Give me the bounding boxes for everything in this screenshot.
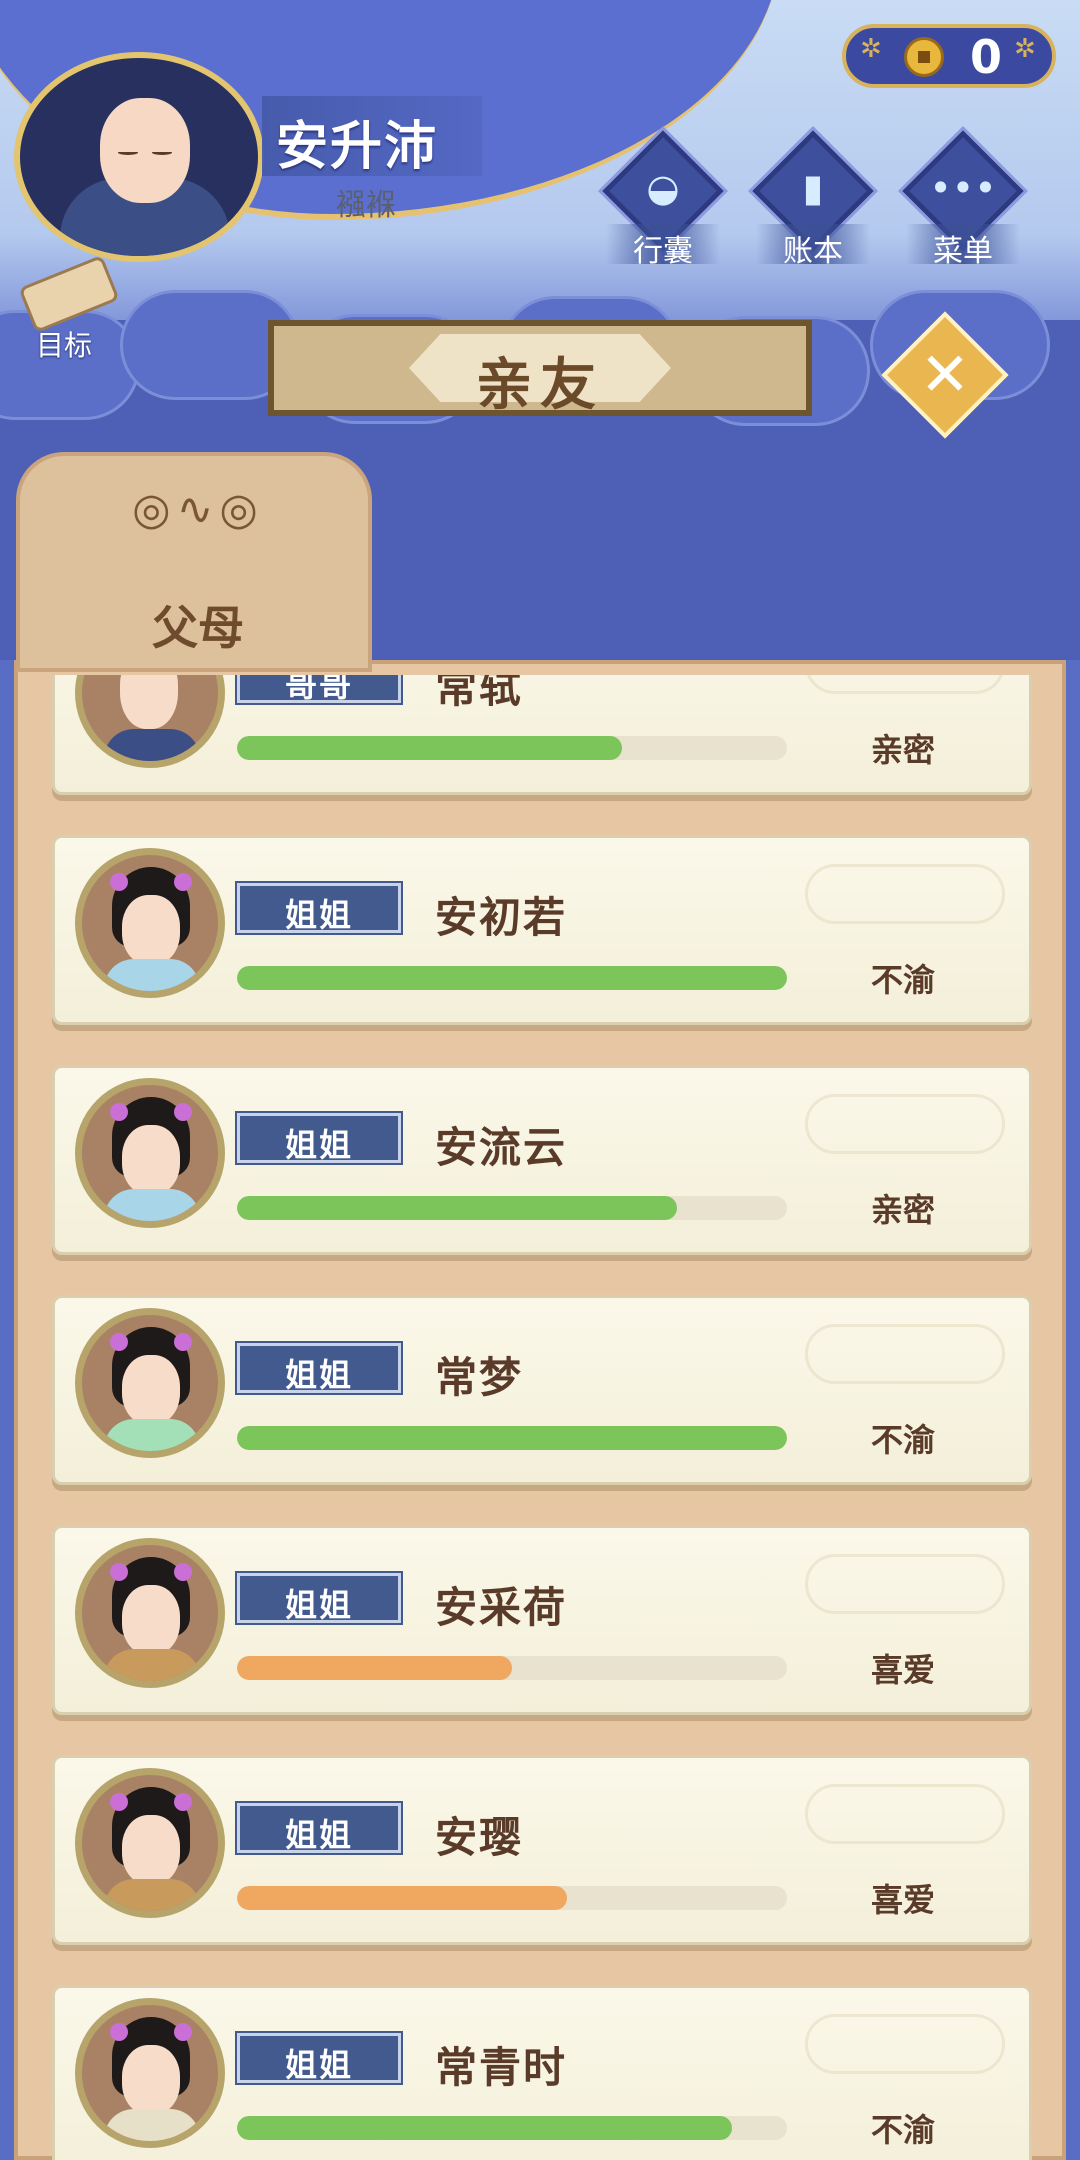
menu-button[interactable]: ••• 菜单 — [897, 125, 1029, 269]
member-avatar — [75, 1768, 225, 1918]
affection-status: 亲密 — [871, 731, 936, 769]
bag-icon: ◒ — [646, 166, 680, 210]
avatar-ring — [14, 52, 264, 262]
coin-icon — [904, 37, 944, 77]
relation-badge: 姐姐 — [235, 1571, 403, 1625]
member-card[interactable]: 姐姐 安璎喜爱 — [52, 1755, 1032, 1945]
member-card[interactable]: 姐姐 安采荷喜爱 — [52, 1525, 1032, 1715]
avatar-face — [100, 98, 190, 203]
player-name: 安升沛 — [276, 117, 439, 177]
affection-bar-fill — [237, 1886, 567, 1910]
tab-parents[interactable]: ◎∿◎ 父母 — [16, 452, 372, 672]
member-name: 常青时 — [435, 2043, 568, 2092]
cloud-pattern — [805, 864, 1005, 924]
member-name: 安流云 — [435, 1123, 568, 1172]
affection-status: 亲密 — [871, 1191, 936, 1229]
relation-badge: 哥哥 — [235, 675, 403, 705]
affection-bar-fill — [237, 1196, 677, 1220]
relation-label: 姐姐 — [284, 1586, 353, 1624]
bag-button[interactable]: ◒ 行囊 — [597, 125, 729, 269]
cloud-pattern — [805, 2014, 1005, 2074]
affection-bar — [237, 1196, 787, 1220]
relation-label: 姐姐 — [284, 896, 353, 934]
affection-status: 不渝 — [871, 1421, 936, 1459]
affection-bar — [237, 1656, 787, 1680]
affection-bar-fill — [237, 1426, 787, 1450]
affection-bar — [237, 1426, 787, 1450]
affection-status: 喜爱 — [871, 1881, 936, 1919]
member-card[interactable]: 姐姐 安流云亲密 — [52, 1065, 1032, 1255]
relation-badge: 姐姐 — [235, 1111, 403, 1165]
menu-label: 菜单 — [933, 234, 993, 269]
affection-bar — [237, 966, 787, 990]
cloud-ornament-icon: ◎∿◎ — [132, 484, 264, 535]
relation-label: 姐姐 — [284, 2046, 353, 2084]
player-avatar[interactable] — [14, 52, 264, 262]
cloud-pattern — [805, 1324, 1005, 1384]
relation-badge: 姐姐 — [235, 2031, 403, 2085]
bamboo-icon: ✲ — [1014, 34, 1036, 64]
member-avatar — [75, 1308, 225, 1458]
member-name: 常梦 — [435, 1353, 524, 1402]
title-banner: 亲友 — [268, 320, 812, 418]
member-avatar — [75, 848, 225, 998]
relation-badge: 姐姐 — [235, 881, 403, 935]
member-name: 常轼 — [435, 675, 524, 712]
relation-badge: 姐姐 — [235, 1341, 403, 1395]
relation-badge: 姐姐 — [235, 1801, 403, 1855]
goal-button[interactable]: 目标 — [14, 254, 124, 362]
cloud-pattern — [805, 1784, 1005, 1844]
cloud-pattern — [805, 1554, 1005, 1614]
member-card[interactable]: 哥哥 常轼亲密 — [52, 675, 1032, 795]
affection-bar-fill — [237, 736, 622, 760]
tab-label: 父母 — [152, 601, 244, 655]
relation-label: 哥哥 — [284, 675, 353, 704]
affection-bar — [237, 2116, 787, 2140]
ledger-button[interactable]: ▮ 账本 — [747, 125, 879, 269]
relation-label: 姐姐 — [284, 1126, 353, 1164]
member-avatar — [75, 1078, 225, 1228]
member-name: 安璎 — [435, 1813, 524, 1862]
player-title: 襁褓 — [336, 188, 396, 223]
relation-label: 姐姐 — [284, 1356, 353, 1394]
member-avatar — [75, 1538, 225, 1688]
affection-bar-fill — [237, 966, 787, 990]
cloud-pattern — [805, 1094, 1005, 1154]
goal-label: 目标 — [36, 329, 93, 362]
affection-status: 不渝 — [871, 961, 936, 999]
member-list[interactable]: 哥哥 常轼 亲密 姐姐 安初若 不渝 姐姐 安流云 亲密 姐姐 常梦 不渝 姐姐 安采荷 喜爱 姐姐 安璎 喜爱姐… — [22, 675, 1058, 2160]
affection-status: 喜爱 — [871, 1651, 936, 1689]
member-card[interactable]: 姐姐 安初若不渝 — [52, 835, 1032, 1025]
member-avatar — [75, 1998, 225, 2148]
member-avatar — [75, 675, 225, 768]
member-name: 安初若 — [435, 893, 568, 942]
close-icon[interactable]: ✕ — [900, 330, 990, 420]
affection-bar-fill — [237, 1656, 512, 1680]
ledger-icon: ▮ — [802, 166, 824, 210]
member-card[interactable]: 姐姐 常梦不渝 — [52, 1295, 1032, 1485]
affection-bar — [237, 736, 787, 760]
page-title: 亲友 — [476, 353, 604, 418]
coin-count: 0 — [970, 30, 1003, 84]
bag-label: 行囊 — [633, 234, 693, 269]
affection-bar-fill — [237, 2116, 732, 2140]
more-icon: ••• — [929, 166, 997, 210]
affection-bar — [237, 1886, 787, 1910]
bamboo-icon: ✲ — [860, 34, 882, 64]
ledger-label: 账本 — [783, 234, 843, 269]
affection-status: 不渝 — [871, 2111, 936, 2149]
member-name: 安采荷 — [435, 1583, 568, 1632]
relation-label: 姐姐 — [284, 1816, 353, 1854]
member-card[interactable]: 姐姐 常青时不渝 — [52, 1985, 1032, 2160]
currency-display: ✲ 0 ✲ — [842, 24, 1056, 88]
cloud-pattern — [805, 675, 1005, 694]
